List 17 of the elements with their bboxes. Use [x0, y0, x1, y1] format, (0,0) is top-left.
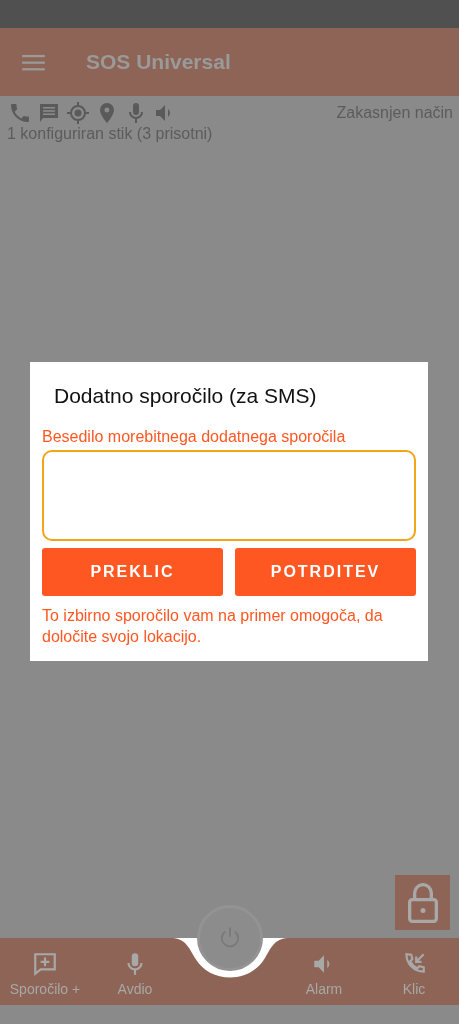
target-icon	[66, 101, 90, 125]
message-field[interactable]	[42, 450, 416, 541]
confirm-button[interactable]: POTRDITEV	[235, 548, 416, 596]
phone-icon	[8, 101, 32, 125]
lock-icon	[405, 882, 440, 923]
field-label: Besedilo morebitnega dodatnega sporočila	[42, 428, 347, 446]
lock-button[interactable]	[395, 875, 450, 930]
nav-item[interactable]: Sporočilo +	[0, 943, 90, 1005]
nav-item[interactable]: Klic	[369, 943, 459, 1005]
nav-item[interactable]: Alarm	[279, 943, 369, 1005]
menu-icon[interactable]	[22, 53, 45, 71]
dialog-title: Dodatno sporočilo (za SMS)	[54, 384, 318, 408]
nav-item[interactable]: Avdio	[90, 943, 180, 1005]
hint-text: To izbirno sporočilo vam na primer omogoča, da določite svojo lokacijo.	[42, 606, 384, 647]
cancel-button[interactable]: PREKLIC	[42, 548, 223, 596]
message-plus-icon	[32, 951, 58, 977]
app-title: SOS Universal	[86, 50, 231, 74]
